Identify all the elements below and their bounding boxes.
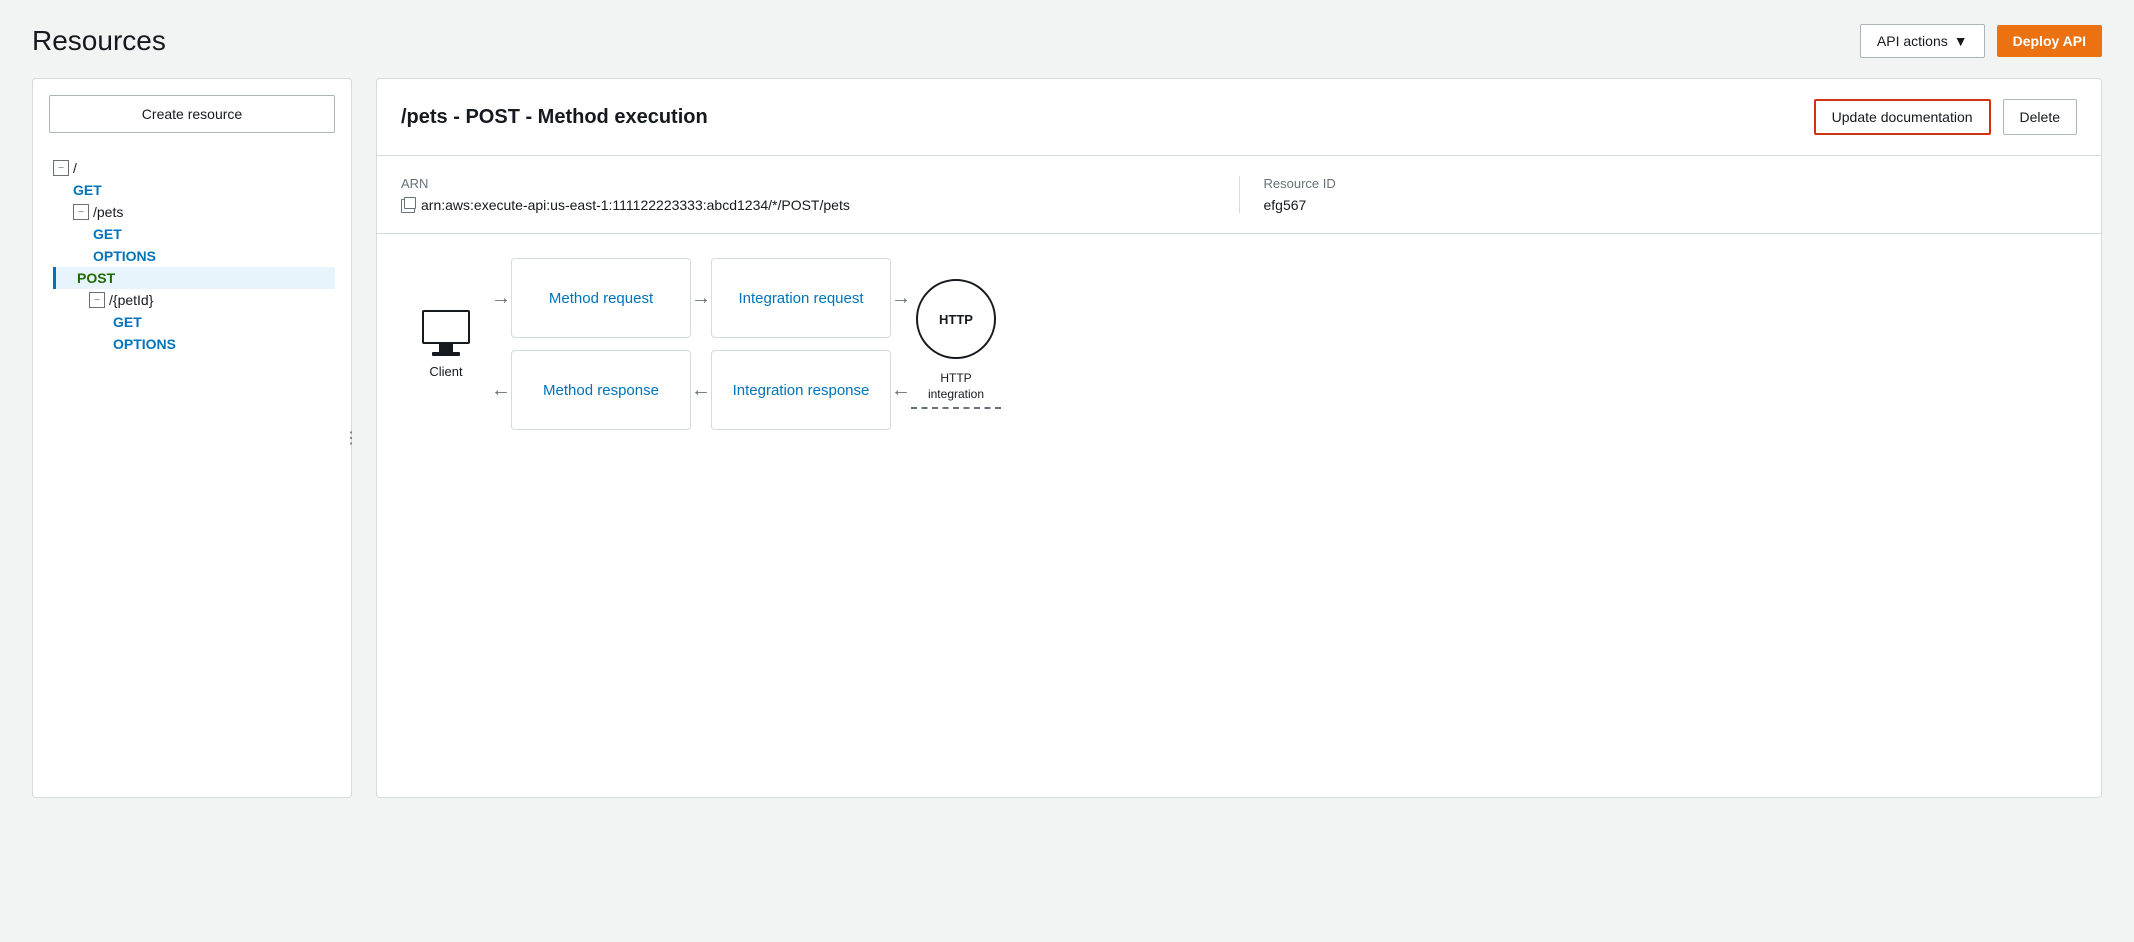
tree-item-petid: − /{petId} xyxy=(53,289,335,311)
tree-item-pets: − /pets xyxy=(53,201,335,223)
resource-id-block: Resource ID efg567 xyxy=(1240,176,2078,213)
integration-request-box[interactable]: Integration request xyxy=(711,258,891,338)
flow-section: Client → ← Method request Method respons… xyxy=(377,234,2101,454)
arn-label: ARN xyxy=(401,176,1215,191)
copy-icon[interactable] xyxy=(401,199,415,213)
resize-handle[interactable]: ⋮ xyxy=(345,418,357,458)
resource-id-value: efg567 xyxy=(1264,197,2078,213)
client-box: Client xyxy=(401,294,491,395)
method-response-box[interactable]: Method response xyxy=(511,350,691,430)
monitor-screen xyxy=(422,310,470,344)
resource-id-label: Resource ID xyxy=(1264,176,2078,191)
method-header-actions: Update documentation Delete xyxy=(1814,99,2077,135)
arrow-left-3: ← xyxy=(891,350,911,430)
arrow-left-2: ← xyxy=(691,350,711,430)
method-response-link[interactable]: Method response xyxy=(543,382,659,399)
method-header: /pets - POST - Method execution Update d… xyxy=(377,79,2101,156)
header-actions: API actions ▼ Deploy API xyxy=(1860,24,2102,58)
collapse-icon-pets[interactable]: − xyxy=(73,204,89,220)
arn-block: ARN arn:aws:execute-api:us-east-1:111122… xyxy=(401,176,1240,213)
tree-method-pets-post[interactable]: POST xyxy=(53,267,335,289)
http-circle: HTTP xyxy=(916,279,996,359)
tree-item-root: − / xyxy=(53,157,335,179)
page-title: Resources xyxy=(32,25,166,57)
integration-boxes-column: Integration request Integration response xyxy=(711,258,891,430)
method-request-box[interactable]: Method request xyxy=(511,258,691,338)
flow-diagram: Client → ← Method request Method respons… xyxy=(401,258,2077,430)
deploy-api-button[interactable]: Deploy API xyxy=(1997,25,2102,57)
method-boxes-column: Method request Method response xyxy=(511,258,691,430)
pets-resource-label: /pets xyxy=(93,204,123,220)
arn-value: arn:aws:execute-api:us-east-1:1111222233… xyxy=(401,197,1215,213)
api-actions-button[interactable]: API actions ▼ xyxy=(1860,24,1985,58)
left-panel: Create resource − / GET − /pets GET OPTI… xyxy=(32,78,352,798)
collapse-icon-root[interactable]: − xyxy=(53,160,69,176)
http-integration-label: HTTP integration xyxy=(911,371,1001,408)
tree-method-pets-get[interactable]: GET xyxy=(53,223,335,245)
arrow-right-2: → xyxy=(691,258,711,338)
http-integration-box[interactable]: HTTP HTTP integration xyxy=(911,279,1001,408)
arn-text: arn:aws:execute-api:us-east-1:1111222233… xyxy=(421,197,850,213)
update-documentation-button[interactable]: Update documentation xyxy=(1814,99,1991,135)
method-execution-title: /pets - POST - Method execution xyxy=(401,106,708,129)
integration-response-link[interactable]: Integration response xyxy=(733,382,870,399)
arrows-col-3: → ← xyxy=(891,258,911,430)
http-label: HTTP xyxy=(939,312,973,327)
arrow-right-1: → xyxy=(491,258,511,338)
root-resource-label: / xyxy=(73,160,77,176)
monitor-icon xyxy=(422,310,470,356)
main-layout: Create resource − / GET − /pets GET OPTI… xyxy=(32,78,2102,798)
petid-resource-label: /{petId} xyxy=(109,292,153,308)
page-header: Resources API actions ▼ Deploy API xyxy=(32,24,2102,58)
arrows-col-2: → ← xyxy=(691,258,711,430)
chevron-down-icon: ▼ xyxy=(1954,33,1968,49)
method-request-link[interactable]: Method request xyxy=(549,290,653,307)
arrow-left-1: ← xyxy=(491,350,511,430)
monitor-stand xyxy=(439,344,453,352)
right-panel: /pets - POST - Method execution Update d… xyxy=(376,78,2102,798)
create-resource-button[interactable]: Create resource xyxy=(49,95,335,133)
arrows-col-1: → ← xyxy=(491,258,511,430)
resource-tree: − / GET − /pets GET OPTIONS POST − xyxy=(49,157,335,355)
collapse-icon-petid[interactable]: − xyxy=(89,292,105,308)
client-label: Client xyxy=(429,364,462,379)
monitor-base xyxy=(432,352,460,356)
tree-method-petid-options[interactable]: OPTIONS xyxy=(53,333,335,355)
delete-button[interactable]: Delete xyxy=(2003,99,2077,135)
arrow-right-3: → xyxy=(891,258,911,338)
arn-section: ARN arn:aws:execute-api:us-east-1:111122… xyxy=(377,156,2101,234)
integration-request-link[interactable]: Integration request xyxy=(738,290,863,307)
tree-method-petid-get[interactable]: GET xyxy=(53,311,335,333)
tree-method-root-get[interactable]: GET xyxy=(53,179,335,201)
integration-response-box[interactable]: Integration response xyxy=(711,350,891,430)
tree-method-pets-options[interactable]: OPTIONS xyxy=(53,245,335,267)
